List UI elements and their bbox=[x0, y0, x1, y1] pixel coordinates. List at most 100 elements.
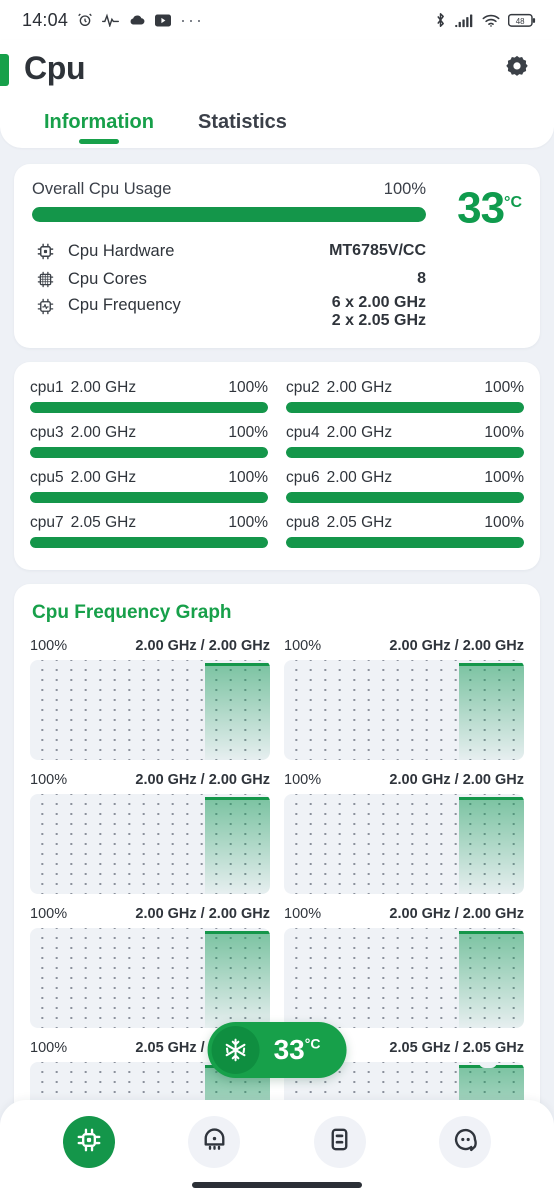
graph-percent: 100% bbox=[284, 906, 322, 922]
cpu-frequency-graph-card: Cpu Frequency Graph 100% 2.00 GHz / 2.00 … bbox=[14, 584, 540, 1176]
core-label: cpu7 2.05 GHz bbox=[30, 514, 136, 532]
core-usage-bar-fill bbox=[30, 537, 268, 548]
core-frequency: 2.05 GHz bbox=[70, 514, 137, 531]
graph-top-line bbox=[459, 931, 524, 934]
title-accent-bar bbox=[0, 54, 9, 86]
app-header: Cpu Information Statistics bbox=[0, 40, 554, 148]
graph-fill-area bbox=[205, 663, 270, 760]
graph-plot bbox=[284, 928, 524, 1028]
core-row: cpu8 2.05 GHz 100% bbox=[286, 511, 524, 554]
graph-percent: 100% bbox=[30, 772, 68, 788]
graph-plot bbox=[30, 660, 270, 760]
cpu-temperature: 33°C bbox=[457, 182, 522, 230]
graph-fill-area bbox=[459, 797, 524, 894]
graph-header: 100% 2.00 GHz / 2.00 GHz bbox=[284, 638, 524, 654]
nav-item-ram[interactable] bbox=[188, 1116, 241, 1168]
bluetooth-icon bbox=[434, 12, 447, 28]
info-row-cores: Cpu Cores 8 bbox=[32, 266, 426, 292]
core-row: cpu6 2.00 GHz 100% bbox=[286, 466, 524, 509]
core-label: cpu2 2.00 GHz bbox=[286, 379, 392, 397]
core-name: cpu8 bbox=[286, 514, 320, 531]
core-percent: 100% bbox=[484, 514, 524, 531]
core-usage-bar-fill bbox=[286, 537, 524, 548]
core-usage-bar-fill bbox=[286, 447, 524, 458]
nav-item-cpu[interactable] bbox=[62, 1116, 115, 1168]
more-dots-icon: ··· bbox=[180, 10, 205, 30]
info-value-hardware: MT6785V/CC bbox=[329, 242, 426, 259]
graph-plot bbox=[284, 794, 524, 894]
cpu-temperature-value: 33 bbox=[457, 183, 505, 233]
frequency-graph-item: 100% 2.00 GHz / 2.00 GHz bbox=[284, 906, 524, 1028]
signal-icon bbox=[455, 13, 474, 28]
graph-frequency: 2.00 GHz / 2.00 GHz bbox=[135, 638, 270, 654]
core-name: cpu2 bbox=[286, 379, 320, 396]
graph-frequency: 2.00 GHz / 2.00 GHz bbox=[389, 906, 524, 922]
info-label-frequency: Cpu Frequency bbox=[68, 296, 181, 314]
tab-information-label: Information bbox=[44, 111, 154, 133]
battery-icon: 48 bbox=[508, 13, 536, 28]
graph-frequency: 2.00 GHz / 2.00 GHz bbox=[389, 638, 524, 654]
core-frequency: 2.00 GHz bbox=[70, 379, 137, 396]
nav-item-storage[interactable] bbox=[313, 1116, 366, 1168]
graph-fill-area bbox=[205, 797, 270, 894]
cpu-overview-card: Overall Cpu Usage 100% Cpu Hardware MT67… bbox=[14, 164, 540, 348]
graph-percent: 100% bbox=[30, 638, 68, 654]
graph-percent: 100% bbox=[284, 638, 322, 654]
core-header: cpu8 2.05 GHz 100% bbox=[286, 514, 524, 532]
core-header: cpu2 2.00 GHz 100% bbox=[286, 379, 524, 397]
core-header: cpu4 2.00 GHz 100% bbox=[286, 424, 524, 442]
core-name: cpu1 bbox=[30, 379, 64, 396]
snowflake-icon bbox=[211, 1026, 260, 1074]
info-row-frequency: Cpu Frequency 6 x 2.00 GHz 2 x 2.05 GHz bbox=[32, 294, 426, 330]
graph-plot bbox=[30, 928, 270, 1028]
core-name: cpu4 bbox=[286, 424, 320, 441]
overview-left: Overall Cpu Usage 100% Cpu Hardware MT67… bbox=[32, 180, 426, 332]
cpu-chip-icon bbox=[32, 242, 58, 261]
core-usage-bar bbox=[286, 402, 524, 413]
frequency-graph-item: 100% 2.00 GHz / 2.00 GHz bbox=[284, 638, 524, 760]
info-value-frequency-line1: 6 x 2.00 GHz bbox=[331, 294, 426, 311]
frequency-graph-item: 100% 2.00 GHz / 2.00 GHz bbox=[30, 772, 270, 894]
graph-header: 100% 2.00 GHz / 2.00 GHz bbox=[284, 772, 524, 788]
alarm-clock-icon bbox=[77, 12, 93, 28]
graph-frequency: 2.00 GHz / 2.00 GHz bbox=[135, 772, 270, 788]
status-bar-left: 14:04 ··· bbox=[22, 10, 204, 31]
graph-frequency: 2.00 GHz / 2.00 GHz bbox=[135, 906, 270, 922]
tab-statistics[interactable]: Statistics bbox=[176, 111, 309, 148]
nav-item-chat[interactable] bbox=[439, 1116, 492, 1168]
temperature-float-pill[interactable]: 33°C bbox=[207, 1022, 347, 1078]
overall-usage-bar bbox=[32, 207, 426, 222]
cloud-icon bbox=[128, 13, 146, 27]
tab-active-underline bbox=[79, 139, 119, 144]
core-percent: 100% bbox=[228, 379, 268, 396]
graph-header: 100% 2.00 GHz / 2.00 GHz bbox=[30, 906, 270, 922]
core-header: cpu5 2.00 GHz 100% bbox=[30, 469, 268, 487]
core-usage-bar bbox=[286, 537, 524, 548]
overall-usage-bar-fill bbox=[32, 207, 426, 222]
core-label: cpu4 2.00 GHz bbox=[286, 424, 392, 442]
core-frequency: 2.00 GHz bbox=[326, 424, 393, 441]
core-header: cpu6 2.00 GHz 100% bbox=[286, 469, 524, 487]
core-usage-bar-fill bbox=[30, 402, 268, 413]
core-name: cpu3 bbox=[30, 424, 64, 441]
overall-usage-label: Overall Cpu Usage bbox=[32, 180, 172, 198]
info-label-cores: Cpu Cores bbox=[68, 269, 147, 288]
core-frequency: 2.00 GHz bbox=[326, 379, 393, 396]
core-usage-bar bbox=[286, 492, 524, 503]
battery-level-text: 48 bbox=[516, 16, 525, 25]
core-percent: 100% bbox=[228, 514, 268, 531]
overall-usage-row: Overall Cpu Usage 100% bbox=[32, 180, 426, 199]
tab-information[interactable]: Information bbox=[22, 111, 176, 148]
core-label: cpu8 2.05 GHz bbox=[286, 514, 392, 532]
tab-statistics-label: Statistics bbox=[198, 111, 287, 133]
battery-storage-icon bbox=[326, 1126, 353, 1158]
gear-icon[interactable] bbox=[500, 51, 534, 85]
page-title: Cpu bbox=[24, 49, 86, 86]
frequency-graph-item: 100% 2.00 GHz / 2.00 GHz bbox=[30, 638, 270, 760]
info-label-hardware: Cpu Hardware bbox=[68, 241, 175, 260]
graph-top-line bbox=[205, 797, 270, 800]
core-header: cpu1 2.00 GHz 100% bbox=[30, 379, 268, 397]
pill-temperature-unit: °C bbox=[304, 1035, 321, 1052]
frequency-graph-item: 100% 2.00 GHz / 2.00 GHz bbox=[284, 772, 524, 894]
core-usage-bar-fill bbox=[30, 492, 268, 503]
